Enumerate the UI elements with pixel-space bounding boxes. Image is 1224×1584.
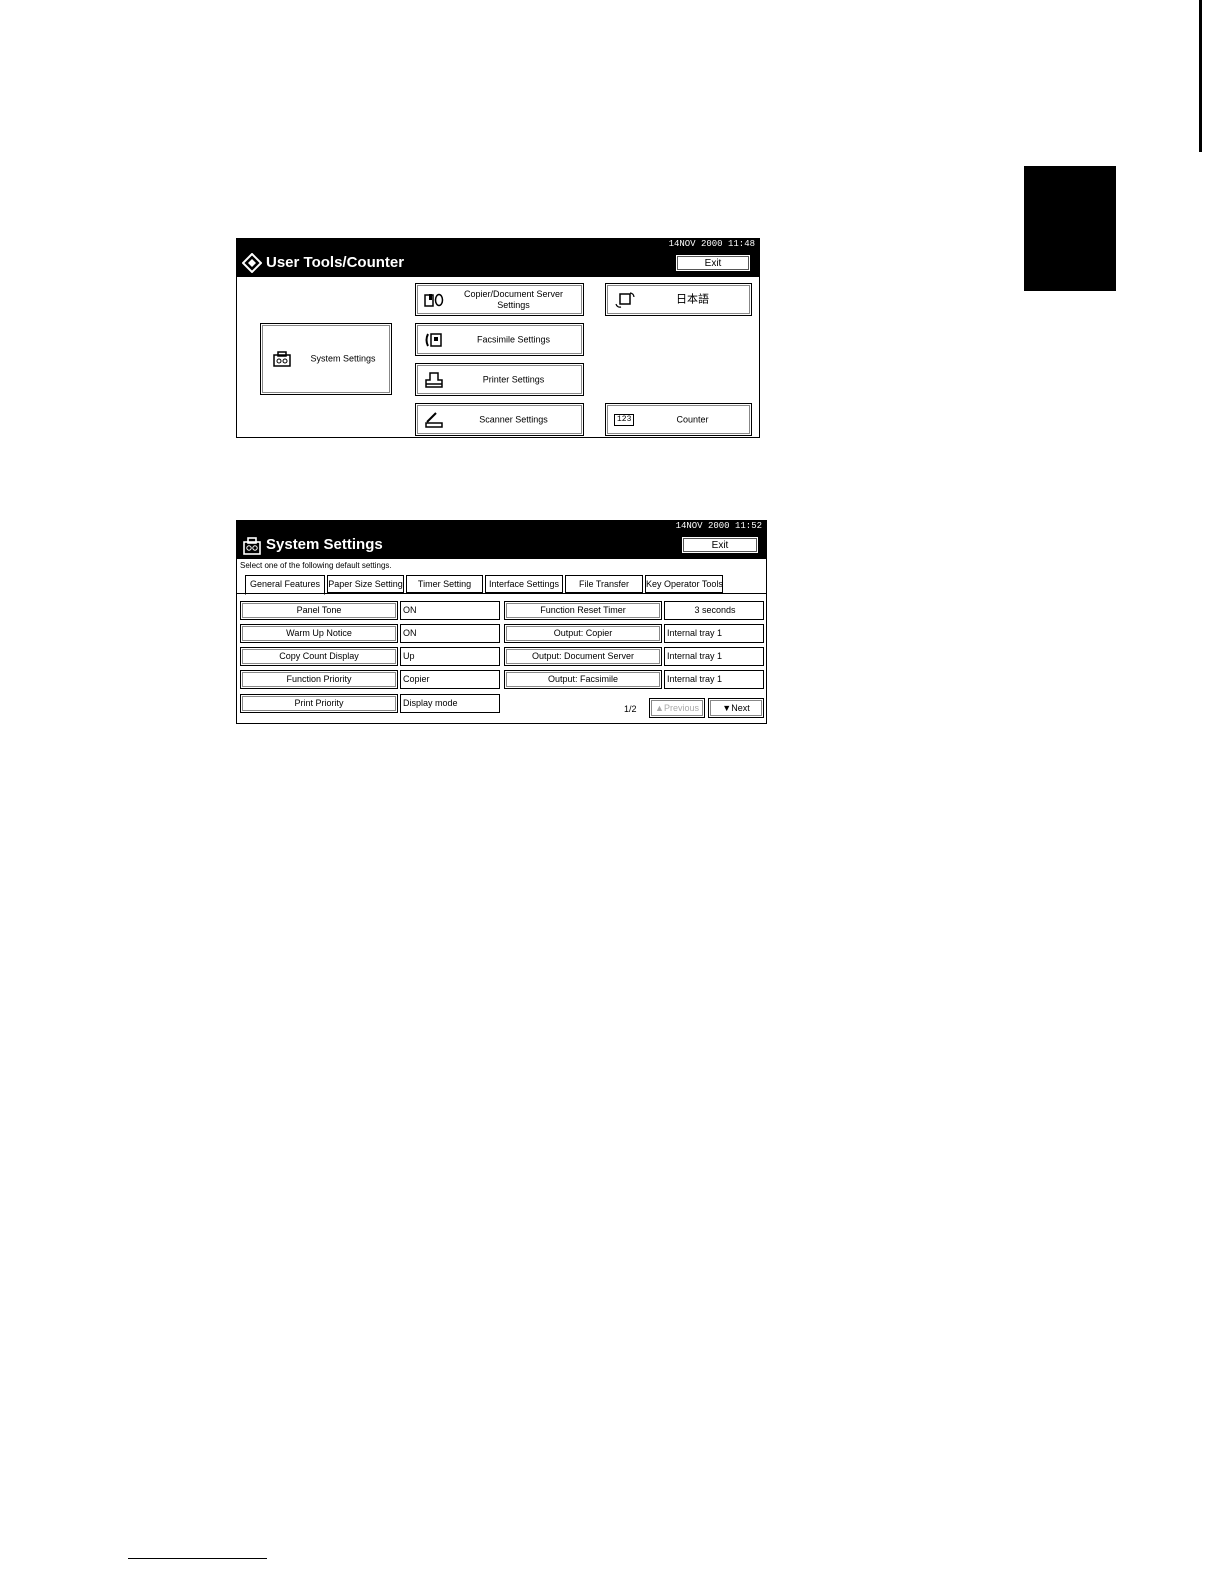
- warm-up-notice-button[interactable]: Warm Up Notice: [240, 624, 398, 643]
- page-title: User Tools/Counter: [266, 254, 405, 271]
- copier-settings-label: Copier/Document Server Settings: [463, 288, 564, 310]
- exit-button[interactable]: Exit: [681, 536, 759, 554]
- output-copier-button[interactable]: Output: Copier: [504, 624, 662, 643]
- tab-key-operator-tools[interactable]: Key Operator Tools: [645, 575, 723, 593]
- system-settings-button[interactable]: System Settings: [260, 323, 392, 395]
- scanner-settings-button[interactable]: Scanner Settings: [415, 403, 584, 436]
- output-facsimile-button[interactable]: Output: Facsimile: [504, 670, 662, 689]
- tab-general-features[interactable]: General Features: [245, 575, 325, 595]
- copier-icon: [424, 293, 444, 307]
- counter-button[interactable]: 123 Counter: [605, 403, 752, 436]
- panel-tone-button[interactable]: Panel Tone: [240, 601, 398, 620]
- function-reset-timer-button[interactable]: Function Reset Timer: [504, 601, 662, 620]
- output-copier-value: Internal tray 1: [664, 624, 764, 643]
- datetime: 14NOV 2000 11:52: [237, 521, 766, 531]
- footer-rule: [128, 1558, 267, 1559]
- copy-count-display-button[interactable]: Copy Count Display: [240, 647, 398, 666]
- system-settings-screen: 14NOV 2000 11:52 System Settings Exit Se…: [236, 520, 767, 724]
- user-tools-icon: [242, 253, 262, 273]
- margin-line: [1199, 0, 1202, 152]
- counter-label: Counter: [676, 414, 709, 424]
- language-button[interactable]: 日本語: [605, 283, 752, 316]
- printer-settings-button[interactable]: Printer Settings: [415, 363, 584, 396]
- previous-button[interactable]: ▲Previous: [649, 698, 705, 718]
- panel-tone-value: ON: [400, 601, 500, 620]
- output-facsimile-value: Internal tray 1: [664, 670, 764, 689]
- tab-underline: [237, 593, 766, 594]
- page-title: System Settings: [266, 536, 383, 553]
- title-bar: System Settings Exit: [237, 531, 766, 559]
- printer-icon: [425, 371, 443, 388]
- output-document-server-button[interactable]: Output: Document Server: [504, 647, 662, 666]
- function-reset-timer-value: 3 seconds: [664, 601, 764, 620]
- tab-file-transfer[interactable]: File Transfer: [565, 575, 643, 593]
- facsimile-icon: [425, 332, 442, 347]
- chapter-tab: [1024, 166, 1116, 291]
- system-settings-icon: [273, 351, 291, 367]
- system-settings-icon: [243, 537, 261, 555]
- datetime: 14NOV 2000 11:48: [237, 239, 759, 249]
- next-button[interactable]: ▼Next: [708, 698, 764, 718]
- copier-document-server-settings-button[interactable]: Copier/Document Server Settings: [415, 283, 584, 316]
- warm-up-notice-value: ON: [400, 624, 500, 643]
- system-settings-label: System Settings: [310, 353, 376, 364]
- scanner-icon: [425, 411, 443, 428]
- language-label: 日本語: [676, 293, 709, 305]
- scanner-settings-label: Scanner Settings: [479, 414, 548, 424]
- user-tools-counter-screen: 14NOV 2000 11:48 User Tools/Counter Exit…: [236, 238, 760, 438]
- function-priority-value: Copier: [400, 670, 500, 689]
- facsimile-settings-button[interactable]: Facsimile Settings: [415, 323, 584, 356]
- printer-settings-label: Printer Settings: [482, 374, 545, 384]
- page-indicator: 1/2: [624, 704, 637, 714]
- tab-paper-size-setting[interactable]: Paper Size Setting: [327, 575, 404, 593]
- exit-button[interactable]: Exit: [675, 254, 751, 272]
- instruction-text: Select one of the following default sett…: [240, 561, 392, 570]
- function-priority-button[interactable]: Function Priority: [240, 670, 398, 689]
- copy-count-display-value: Up: [400, 647, 500, 666]
- tab-interface-settings[interactable]: Interface Settings: [485, 575, 563, 593]
- output-document-server-value: Internal tray 1: [664, 647, 764, 666]
- facsimile-settings-label: Facsimile Settings: [476, 334, 551, 344]
- counter-icon: 123: [614, 413, 635, 426]
- print-priority-button[interactable]: Print Priority: [240, 694, 398, 713]
- print-priority-value: Display mode: [400, 694, 500, 713]
- language-switch-icon: [615, 291, 635, 308]
- title-bar: User Tools/Counter Exit: [237, 249, 759, 277]
- tab-timer-setting[interactable]: Timer Setting: [406, 575, 483, 593]
